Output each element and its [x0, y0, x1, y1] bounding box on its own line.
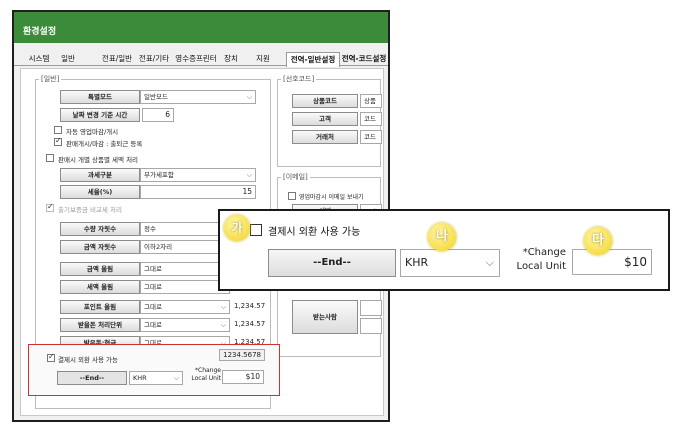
zoom-foreign-pay-checkbox[interactable] [250, 224, 262, 236]
change-value-small[interactable]: $10 [222, 370, 264, 384]
tax-rate-button[interactable]: 세율(%) [60, 185, 140, 199]
change-label-small-1: *Change [195, 367, 221, 374]
receiver-button[interactable]: 받는사람 [292, 300, 358, 334]
special-mode-button[interactable]: 특별모드 [60, 90, 140, 104]
date-change-button[interactable]: 날짜 변경 기준 시간 [60, 108, 140, 122]
product-code-select[interactable]: 상품 [360, 94, 382, 108]
open-close-checkbox[interactable] [54, 136, 62, 146]
zoom-currency-select[interactable]: KHR ⌵ [400, 249, 500, 277]
chevron-down-icon: ⌵ [220, 303, 226, 311]
customer-button[interactable]: 고객 [292, 112, 358, 126]
exchange-rate-input[interactable]: 1234.5678 [219, 349, 265, 361]
tax-round-button[interactable]: 세액 올림 [60, 280, 140, 294]
chevron-down-icon: ⌵ [246, 171, 252, 179]
auto-open-label: 자동 영업마감/개시 [66, 128, 119, 136]
recv-unit-button[interactable]: 받을돈 처리단위 [60, 318, 140, 332]
open-close-label: 판매개시/마감 : 출퇴근 등록 [66, 140, 143, 148]
tax-round-select[interactable]: 그대로⌵ [140, 280, 230, 294]
zoom-end-button[interactable]: --End-- [268, 249, 396, 277]
amt-digits-select[interactable]: 이하2자리⌵ [140, 240, 230, 254]
amt-round-button[interactable]: 금액 올림 [60, 262, 140, 276]
tab-support[interactable]: 지원 [252, 52, 274, 66]
recv-unit-sample: 1,234.57 [234, 320, 266, 328]
chevron-down-icon: ⌵ [173, 374, 179, 382]
point-round-sample: 1,234.57 [234, 302, 266, 310]
foreign-pay-checkbox[interactable] [47, 352, 55, 362]
preferred-code-group: [선호코드] 상품코드 상품 고객 코드 거래처 코드 [277, 74, 382, 167]
tab-general[interactable]: 일반 [56, 52, 80, 66]
email-group-title: [이메일] [281, 172, 310, 182]
receiver-input-1[interactable] [360, 300, 382, 316]
zoom-foreign-pay-label: 결제시 외환 사용 가능 [268, 227, 361, 238]
tab-slip-other[interactable]: 전표/기타 [136, 52, 172, 66]
tax-type-button[interactable]: 과세구분 [60, 168, 140, 182]
chevron-down-icon: ⌵ [246, 93, 252, 101]
product-code-button[interactable]: 상품코드 [292, 94, 358, 108]
tab-global-general[interactable]: 전역-일반설정 [286, 52, 340, 67]
tab-slip-general[interactable]: 전표/일반 [98, 52, 136, 66]
receiver-input-2[interactable] [360, 318, 382, 334]
special-mode-select[interactable]: 일반모드 ⌵ [140, 90, 256, 104]
point-round-button[interactable]: 포인트 올림 [60, 300, 140, 314]
date-change-input[interactable]: 6 [142, 108, 174, 122]
product-tax-checkbox[interactable] [46, 154, 54, 162]
marker-b: 나 [428, 223, 456, 251]
zoom-change-label-2: Local Unit [516, 261, 566, 272]
marker-a: 가 [224, 215, 250, 241]
point-round-select[interactable]: 그대로 ⌵ [140, 300, 230, 314]
window-title: 환경설정 [14, 12, 388, 43]
customer-select[interactable]: 코드 [360, 112, 382, 126]
general-group-title: [일반] [39, 74, 62, 84]
auto-open-checkbox[interactable] [54, 126, 62, 134]
zoom-change-value[interactable]: $10 [572, 249, 652, 275]
tax-type-select[interactable]: 부가세포함 ⌵ [140, 168, 256, 182]
currency-select-small[interactable]: KHR ⌵ [129, 371, 183, 385]
recv-unit-select[interactable]: 그대로 ⌵ [140, 318, 230, 332]
tab-system[interactable]: 시스템 [24, 52, 54, 66]
amt-round-select[interactable]: 그대로⌵ [140, 262, 230, 276]
product-tax-label: 판매시 개별 상품별 세액 처리 [58, 156, 139, 164]
tab-global-code[interactable]: 전역-코드설정1 [340, 52, 388, 77]
chevron-down-icon: ⌵ [485, 256, 494, 269]
marker-c: 다 [584, 227, 612, 255]
qty-digits-button[interactable]: 수량 자릿수 [60, 222, 140, 236]
vendor-select[interactable]: 코드 [360, 130, 382, 144]
qty-digits-select[interactable]: 정수⌵ [140, 222, 230, 236]
vendor-button[interactable]: 거래처 [292, 130, 358, 144]
foreign-pay-label: 결제시 외환 사용 가능 [58, 356, 119, 364]
tab-bar: 시스템 일반 전표/일반 전표/기타 영수증프린터 장치 지원 전역-일반설정 … [14, 52, 388, 77]
foreign-currency-highlight: 1234.5678 결제시 외환 사용 가능 --End-- KHR⌵ *Cha… [28, 344, 280, 396]
change-label-small-2: Local Unit [191, 375, 221, 382]
amt-digits-button[interactable]: 금액 자릿수 [60, 240, 140, 254]
preferred-code-title: [선호코드] [281, 74, 317, 84]
email-close-checkbox[interactable] [288, 192, 296, 200]
zoom-change-label-1: *Change [522, 247, 566, 258]
email-close-label: 영업마감시 이메일 보내기 [299, 194, 364, 201]
partial-mode-label: 출기보증금 비교세 처리 [58, 206, 122, 214]
tab-receipt-printer[interactable]: 영수증프린터 [172, 52, 220, 66]
chevron-down-icon: ⌵ [220, 321, 226, 329]
tax-rate-input[interactable]: 15 [140, 185, 256, 199]
partial-mode-checkbox[interactable] [46, 202, 54, 212]
zoom-callout: 결제시 외환 사용 가능 --End-- KHR ⌵ *Change Local … [218, 209, 670, 291]
tab-device[interactable]: 장치 [220, 52, 242, 66]
end-button-small[interactable]: --End-- [57, 371, 127, 385]
